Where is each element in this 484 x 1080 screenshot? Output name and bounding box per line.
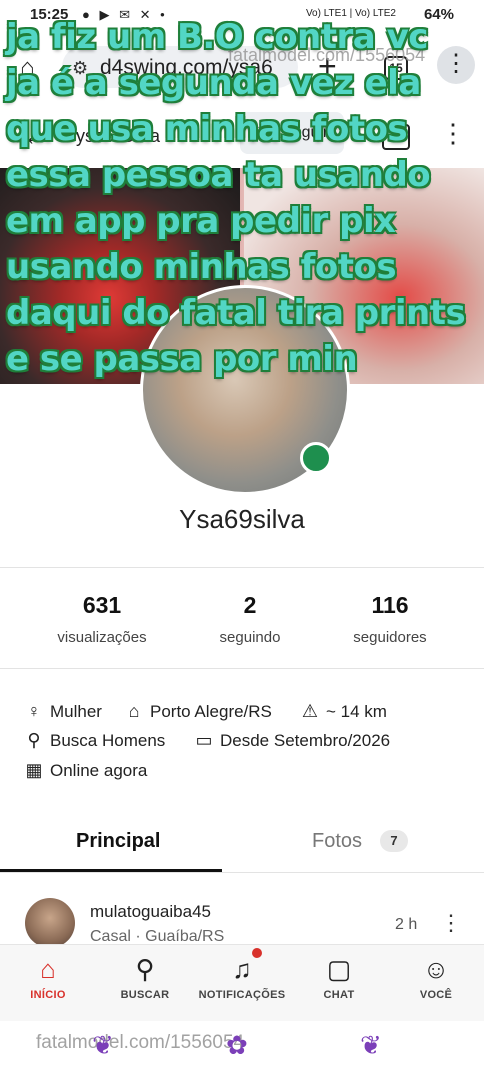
info-online: ▦ Online agora: [24, 760, 147, 781]
caption-line: usando minhas fotos: [6, 247, 397, 287]
nav-inicio[interactable]: ⌂ INÍCIO: [0, 945, 96, 1021]
butterfly-icon: ❦: [360, 1030, 382, 1060]
online-text: Online agora: [50, 761, 148, 780]
nav-voce[interactable]: ☺ VOCÊ: [388, 945, 484, 1021]
caption-line: ja fiz um B.O contra vc: [6, 17, 428, 57]
caption-line: que usa minhas fotos: [6, 109, 408, 149]
info-city: ⌂ Porto Alegre/RS: [124, 701, 272, 722]
post-time: 2 h: [395, 916, 418, 933]
stat-followers[interactable]: 116 seguidores: [330, 592, 450, 646]
person-icon: ☺: [422, 954, 450, 984]
stat-value: 116: [371, 592, 409, 618]
nav-label: CHAT: [323, 989, 355, 1001]
divider: [0, 668, 484, 669]
butterfly-icon: ❦: [92, 1030, 114, 1060]
nav-label: NOTIFICAÇÕES: [198, 989, 286, 1001]
search-icon: ⚲: [135, 954, 155, 984]
overlay-caption: ja fiz um B.O contra vc ja é a segunda v…: [6, 14, 484, 382]
city-text: Porto Alegre/RS: [150, 702, 272, 721]
bottom-navigation: ⌂ INÍCIO ⚲ BUSCAR ♫ NOTIFICAÇÕES ▢ CHAT …: [0, 944, 484, 1021]
divider: [0, 567, 484, 568]
search-icon: ⚲: [27, 730, 41, 750]
stat-views: 631 visualizações: [42, 592, 162, 646]
home-icon: ⌂: [40, 954, 56, 984]
nav-chat[interactable]: ▢ CHAT: [291, 945, 387, 1021]
tab-photos[interactable]: Fotos: [312, 830, 362, 853]
profile-name: Ysa69silva: [179, 504, 305, 534]
stat-label: seguindo: [219, 629, 281, 646]
house-icon: ⌂: [128, 701, 140, 721]
distance-text: ~ 14 km: [326, 702, 387, 721]
online-status-dot: [300, 442, 332, 474]
caption-line: e se passa por min: [6, 339, 358, 379]
post-more-icon[interactable]: ⋮: [440, 910, 462, 936]
stat-value: 2: [243, 592, 257, 618]
map-icon: ⚠: [301, 701, 319, 721]
post-username[interactable]: mulatoguaiba45: [90, 902, 211, 922]
info-distance: ⚠ ~ 14 km: [300, 701, 387, 722]
since-text: Desde Setembro/2026: [220, 731, 391, 750]
bell-icon: ♫: [232, 954, 252, 984]
nav-label: INÍCIO: [30, 989, 66, 1001]
rose-icon: ✿: [226, 1030, 248, 1060]
info-gender: ♀ Mulher: [24, 701, 102, 722]
stat-label: seguidores: [353, 629, 427, 646]
chat-icon: ▢: [326, 954, 352, 984]
post-avatar[interactable]: [25, 898, 75, 948]
gender-text: Mulher: [50, 702, 102, 721]
info-since: ▭ Desde Setembro/2026: [194, 730, 390, 751]
divider: [0, 872, 484, 873]
stat-label: visualizações: [57, 629, 147, 646]
female-icon: ♀: [27, 701, 41, 721]
caption-line: essa pessoa ta usando: [6, 155, 431, 195]
stat-value: 631: [82, 592, 122, 618]
seeking-text: Busca Homens: [50, 731, 166, 750]
nav-buscar[interactable]: ⚲ BUSCAR: [97, 945, 193, 1021]
calendar-grid-icon: ▦: [25, 760, 43, 780]
watermark-bottom: fatalmodel.com/1556054: [36, 1032, 245, 1053]
caption-line: ja é a segunda vez ela: [6, 63, 421, 103]
calendar-icon: ▭: [195, 730, 213, 750]
nav-notificacoes[interactable]: ♫ NOTIFICAÇÕES: [194, 945, 290, 1021]
photos-count-badge: 7: [380, 830, 408, 852]
info-seeking: ⚲ Busca Homens: [24, 730, 165, 751]
notification-dot: [252, 948, 262, 958]
caption-line: em app pra pedir pix: [6, 201, 396, 241]
nav-label: BUSCAR: [120, 989, 170, 1001]
nav-label: VOCÊ: [419, 989, 453, 1001]
caption-line: daqui do fatal tira prints: [6, 293, 466, 333]
stat-following[interactable]: 2 seguindo: [190, 592, 310, 646]
tab-principal[interactable]: Principal: [76, 830, 160, 853]
